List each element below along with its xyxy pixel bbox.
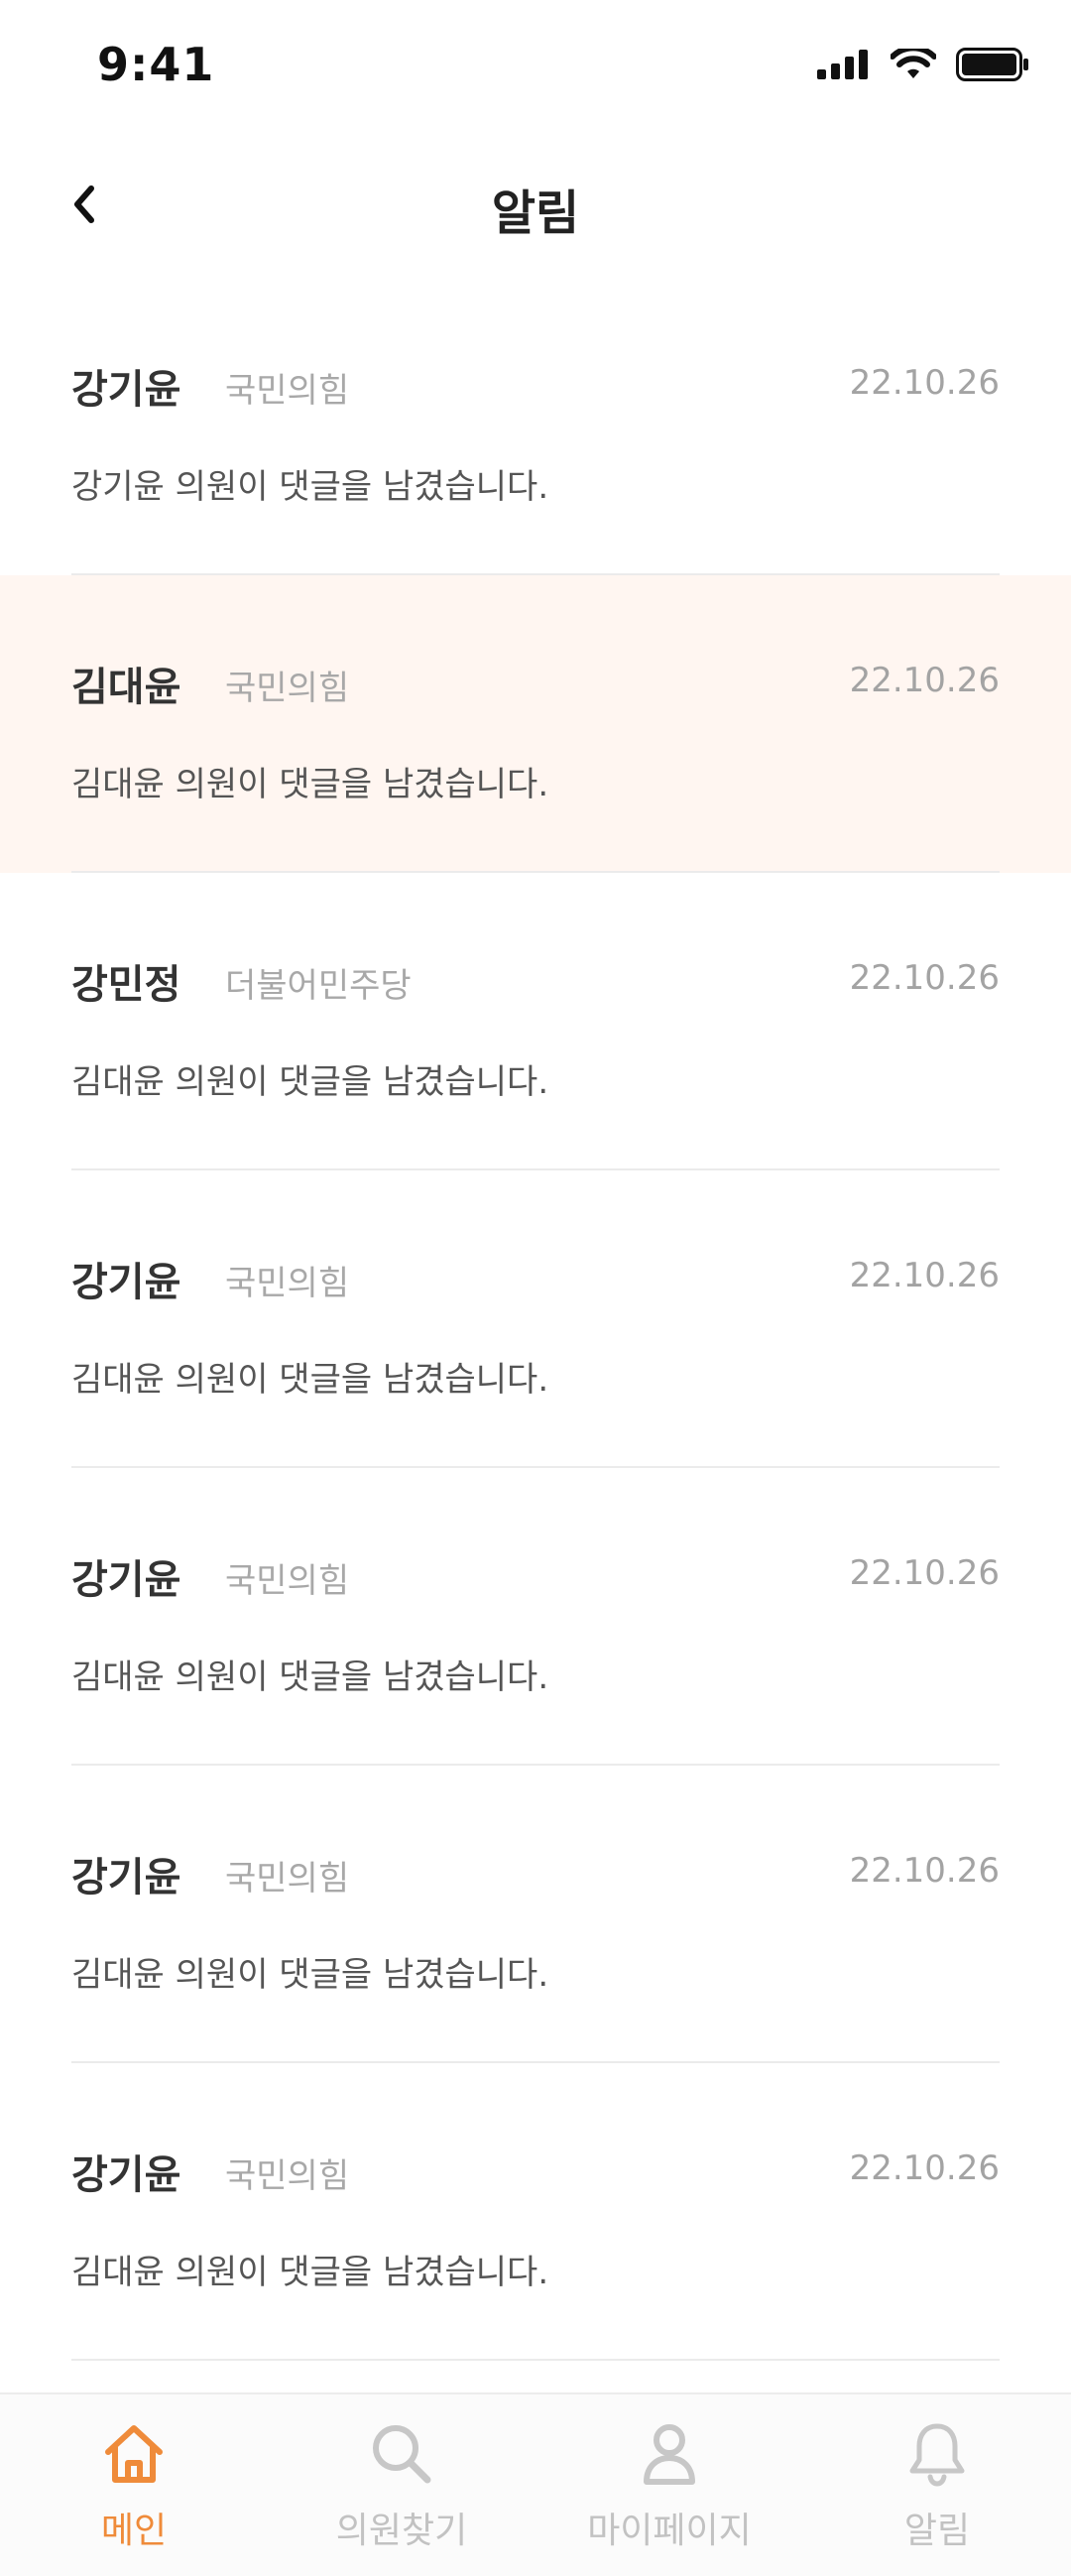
notification-message: 김대윤 의원이 댓글을 남겼습니다. [71, 2253, 549, 2292]
notification-item[interactable]: 강기윤 국민의힘 22.10.26 김대윤 의원이 댓글을 남겼습니다. [0, 1468, 1071, 1766]
status-time: 9:41 [97, 38, 215, 91]
party-name: 국민의힘 [225, 1264, 350, 1303]
notification-header: 강기윤 국민의힘 22.10.26 [71, 1845, 1000, 1904]
notification-date: 22.10.26 [849, 958, 1000, 998]
member-name: 김대윤 [71, 665, 181, 710]
member-name: 강기윤 [71, 2152, 181, 2198]
nav-item-mypage[interactable]: 마이페이지 [536, 2394, 803, 2576]
status-bar: 9:41 [0, 0, 1071, 134]
notification-date: 22.10.26 [849, 661, 1000, 700]
notification-header: 강기윤 국민의힘 22.10.26 [71, 1547, 1000, 1607]
notification-header: 강기윤 국민의힘 22.10.26 [71, 357, 1000, 417]
party-name: 국민의힘 [225, 1859, 350, 1899]
member-name: 강기윤 [71, 367, 181, 413]
nav-label: 마이페이지 [587, 2511, 752, 2551]
notification-list: 강기윤 국민의힘 22.10.26 강기윤 의원이 댓글을 남겼습니다. 김대윤… [0, 278, 1071, 2361]
notification-date: 22.10.26 [849, 1256, 1000, 1295]
member-name: 강기윤 [71, 1855, 181, 1901]
party-name: 국민의힘 [225, 2156, 350, 2196]
notification-item[interactable]: 강기윤 국민의힘 22.10.26 김대윤 의원이 댓글을 남겼습니다. [0, 1170, 1071, 1468]
notification-message: 김대윤 의원이 댓글을 남겼습니다. [71, 1062, 549, 1102]
notification-message: 김대윤 의원이 댓글을 남겼습니다. [71, 1955, 549, 1995]
notification-header: 강기윤 국민의힘 22.10.26 [71, 1250, 1000, 1309]
nav-item-find-member[interactable]: 의원찾기 [268, 2394, 536, 2576]
notification-date: 22.10.26 [849, 363, 1000, 403]
nav-item-main[interactable]: 메인 [0, 2394, 268, 2576]
battery-icon [956, 48, 1028, 81]
member-name: 강기윤 [71, 1260, 181, 1305]
user-icon [644, 2424, 695, 2485]
party-name: 더불어민주당 [225, 966, 412, 1006]
notification-header: 강기윤 국민의힘 22.10.26 [71, 2143, 1000, 2202]
bell-icon [909, 2423, 965, 2487]
party-name: 국민의힘 [225, 669, 350, 708]
notification-message: 김대윤 의원이 댓글을 남겼습니다. [71, 1360, 549, 1400]
status-icons [817, 48, 1029, 81]
notification-header: 김대윤 국민의힘 22.10.26 [71, 655, 1000, 714]
notification-message: 김대윤 의원이 댓글을 남겼습니다. [71, 765, 549, 804]
home-icon [105, 2425, 163, 2483]
notification-header: 강민정 더불어민주당 22.10.26 [71, 952, 1000, 1012]
notification-date: 22.10.26 [849, 1851, 1000, 1891]
notification-date: 22.10.26 [849, 1553, 1000, 1593]
notification-item[interactable]: 강기윤 국민의힘 22.10.26 강기윤 의원이 댓글을 남겼습니다. [0, 278, 1071, 575]
member-name: 강기윤 [71, 1557, 181, 1603]
nav-label: 메인 [100, 2511, 168, 2551]
party-name: 국민의힘 [225, 371, 350, 411]
nav-label: 의원찾기 [335, 2511, 468, 2551]
cellular-signal-icon [817, 50, 868, 79]
nav-label: 알림 [903, 2511, 971, 2551]
nav-item-notifications[interactable]: 알림 [803, 2394, 1071, 2576]
page-title: 알림 [491, 185, 580, 241]
notification-date: 22.10.26 [849, 2148, 1000, 2188]
bottom-nav: 메인 의원찾기 마이페이지 알림 [0, 2392, 1071, 2576]
notification-item[interactable]: 강기윤 국민의힘 22.10.26 김대윤 의원이 댓글을 남겼습니다. [0, 2063, 1071, 2361]
search-icon [373, 2425, 431, 2484]
notification-item[interactable]: 강기윤 국민의힘 22.10.26 김대윤 의원이 댓글을 남겼습니다. [0, 1766, 1071, 2063]
member-name: 강민정 [71, 962, 181, 1008]
notification-message: 강기윤 의원이 댓글을 남겼습니다. [71, 467, 549, 507]
divider [71, 2359, 1000, 2361]
party-name: 국민의힘 [225, 1561, 350, 1601]
notification-item[interactable]: 김대윤 국민의힘 22.10.26 김대윤 의원이 댓글을 남겼습니다. [0, 575, 1071, 873]
wifi-icon [891, 49, 936, 78]
notification-message: 김대윤 의원이 댓글을 남겼습니다. [71, 1657, 549, 1697]
header: 알림 [0, 134, 1071, 283]
notification-item[interactable]: 강민정 더불어민주당 22.10.26 김대윤 의원이 댓글을 남겼습니다. [0, 873, 1071, 1170]
